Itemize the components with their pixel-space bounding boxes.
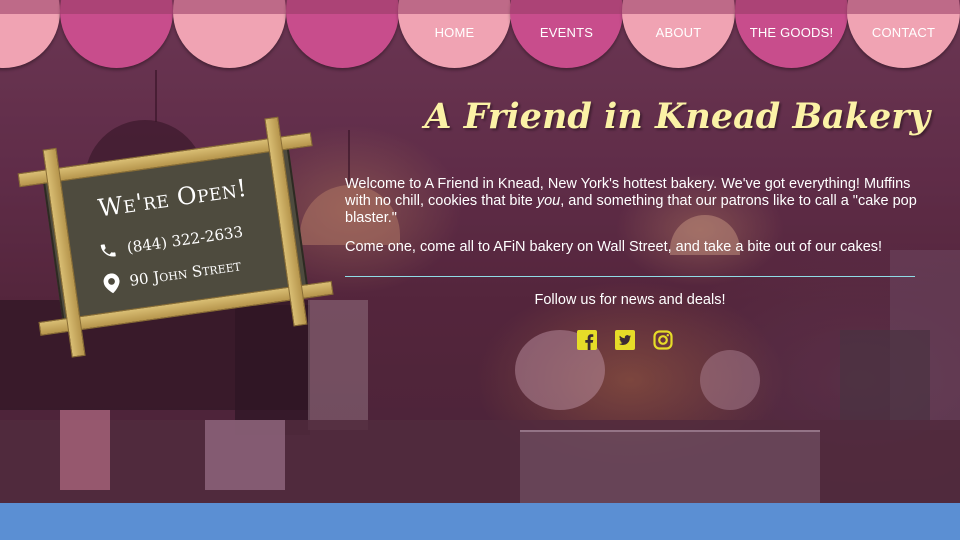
- facebook-icon[interactable]: [577, 330, 597, 350]
- invite-paragraph: Come one, come all to AFiN bakery on Wal…: [345, 239, 883, 255]
- intro-text: Welcome to A Friend in Knead, New York's…: [345, 176, 920, 256]
- footer-band: [0, 503, 960, 540]
- social-links: [577, 330, 673, 350]
- nav-events[interactable]: EVENTS: [510, 25, 623, 40]
- page-title: A Friend in Knead Bakery: [424, 96, 930, 137]
- nav-the-goods[interactable]: THE GOODS!: [735, 25, 848, 40]
- divider: [345, 276, 915, 277]
- twitter-icon[interactable]: [615, 330, 635, 350]
- intro-paragraph: Welcome to A Friend in Knead, New York's…: [345, 176, 917, 226]
- instagram-icon[interactable]: [653, 330, 673, 350]
- map-pin-icon: [103, 273, 120, 294]
- open-chalkboard-sign: We're Open! (844) 322-2633 90 John Stree…: [15, 112, 337, 361]
- phone-icon: [100, 244, 116, 257]
- follow-text: Follow us for news and deals!: [534, 292, 726, 308]
- nav-about[interactable]: ABOUT: [622, 25, 735, 40]
- nav-contact[interactable]: CONTACT: [847, 25, 960, 40]
- nav-home[interactable]: HOME: [398, 25, 511, 40]
- main-nav: HOME EVENTS ABOUT THE GOODS! CONTACT: [0, 0, 960, 70]
